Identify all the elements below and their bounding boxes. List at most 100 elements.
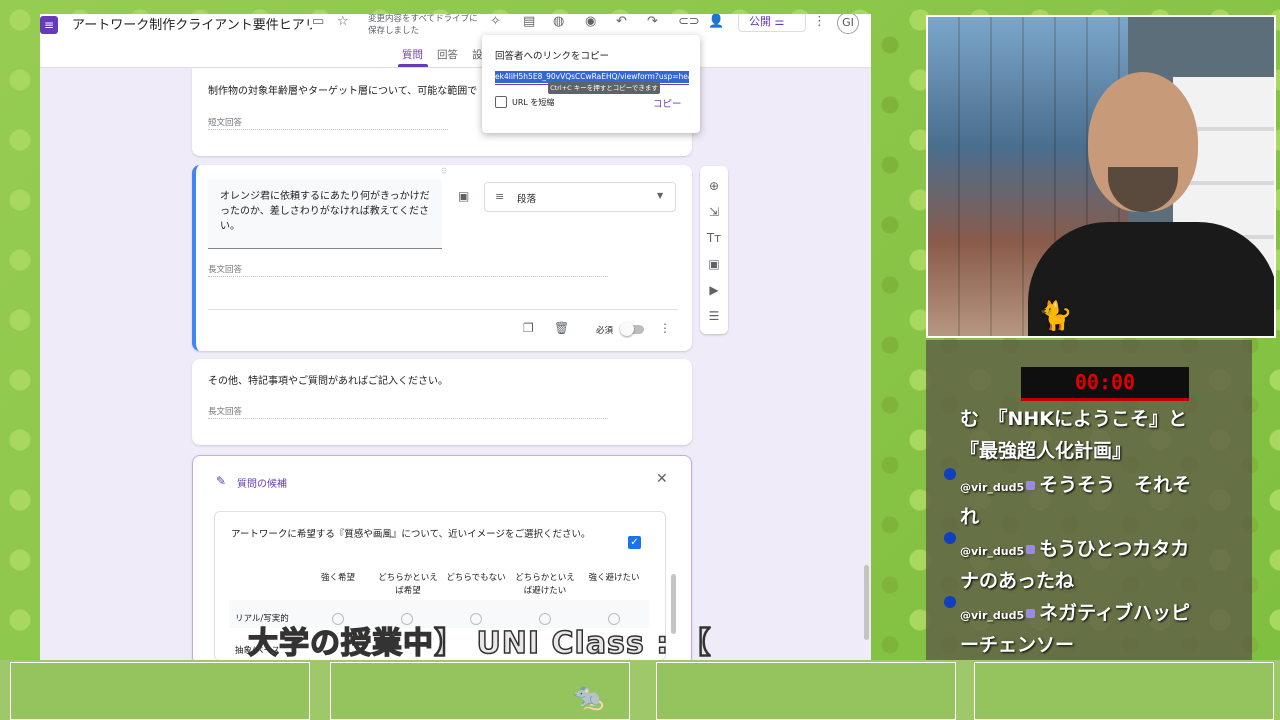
grid-column-header: どちらかといえば避けたい (515, 573, 575, 596)
suggested-question-text: アートワークに希望する『質感や画風』について、近いイメージをご選択ください。 (231, 529, 591, 540)
question-text: オレンジ君に依頼するにあたり何がきっかけだったのか、差しさわりがなければ教えてく… (220, 191, 430, 232)
strip-panel (10, 662, 310, 720)
add-title-icon[interactable]: Tт (700, 231, 728, 245)
short-answer-hint: 短文回答 (208, 118, 243, 128)
copy-shortcut-tooltip: Ctrl+C キーを押すとコピーできます (548, 82, 660, 94)
palette-icon[interactable]: ◍ (553, 14, 564, 29)
folder-icon[interactable]: ▭ (312, 14, 324, 29)
chat-username: @vir_dud5 (960, 481, 1025, 494)
popup-title: 回答者へのリンクをコピー (495, 51, 610, 62)
link-icon[interactable]: ⊂⊃ (678, 14, 700, 29)
paragraph-icon: ≡ (495, 190, 505, 203)
page-scrollbar[interactable] (864, 565, 869, 640)
chat-username: @vir_dud5 (960, 545, 1025, 558)
chat-user-dot (944, 468, 956, 480)
question-text[interactable]: その他、特記事項やご質問があればご記入ください。 (208, 374, 668, 389)
chat-user-dot (944, 532, 956, 544)
close-icon[interactable]: ✕ (656, 471, 668, 487)
add-question-icon[interactable]: ⊕ (700, 179, 728, 193)
question-type-label: 段落 (517, 194, 537, 205)
chat-message: ナのあったね (960, 565, 1230, 597)
magic-wand-icon: ✎ (216, 474, 227, 488)
grid-column-header: どちらかといえば希望 (378, 573, 438, 596)
tab-settings[interactable]: 設 (472, 47, 483, 62)
duplicate-icon[interactable]: ❐ (523, 321, 534, 335)
webcam-feed: 🐈 (926, 15, 1276, 338)
add-video-icon[interactable]: ▶ (700, 283, 728, 297)
question-input[interactable]: オレンジ君に依頼するにあたり何がきっかけだったのか、差しさわりがなければ教えてく… (208, 179, 442, 249)
card-divider (208, 309, 678, 310)
pixel-mouse-icon: 🐀 (572, 682, 605, 712)
redo-icon[interactable]: ↷ (647, 14, 658, 29)
chat-user-dot (944, 596, 956, 608)
pixel-cat-icon: 🐈 (1038, 299, 1073, 332)
undo-icon[interactable]: ↶ (616, 14, 627, 29)
required-toggle[interactable] (620, 322, 644, 336)
add-section-icon[interactable]: ☰ (700, 309, 728, 323)
import-questions-icon[interactable]: ⇲ (700, 205, 728, 219)
chat-message: む 『NHKにようこそ』と (960, 403, 1230, 435)
publish-label: 公開 (749, 15, 771, 28)
question-type-select[interactable]: ≡ 段落 ▼ (484, 182, 676, 212)
answer-line (208, 276, 608, 277)
chat-message: @vir_dud5 ネガティブハッピ (960, 597, 1230, 632)
sliders-icon: ⚌ (774, 15, 785, 28)
tab-questions[interactable]: 質問 (402, 47, 423, 62)
forms-app-icon[interactable]: ≡ (40, 16, 58, 34)
chat-message: @vir_dud5 もうひとつカタカ (960, 533, 1230, 568)
save-status: 変更内容をすべてドライブに保存しました (368, 14, 478, 36)
strip-panel (974, 662, 1274, 720)
grid-column-header: 強く希望 (320, 573, 355, 583)
more-vert-icon[interactable]: ⋮ (659, 321, 671, 335)
drag-handle-icon[interactable]: ⠿ (441, 167, 447, 176)
publish-button[interactable]: 公開 ⚌ (738, 14, 806, 32)
add-image-icon[interactable]: ▣ (700, 257, 728, 271)
question-text[interactable]: 制作物の対象年齢層やターゲット層について、可能な範囲で (208, 84, 488, 99)
document-title[interactable]: アートワーク制作クライアント要件ヒアリン: (72, 14, 312, 33)
chat-text: ーチェンソー (960, 634, 1075, 656)
chat-message: 『最強超人化計画』 (960, 435, 1230, 467)
ticker-text: 大学の授業中】 UNI Class : 【 (247, 625, 712, 662)
chat-text: ネガティブハッピ (1039, 602, 1190, 624)
star-icon[interactable]: ☆ (337, 14, 349, 29)
suggestions-title: 質問の候補 (237, 479, 287, 490)
member-badge-icon (1026, 545, 1036, 554)
chat-text: そうそう それそ (1039, 474, 1192, 496)
strip-panel (656, 662, 956, 720)
more-vert-icon[interactable]: ⋮ (813, 14, 826, 29)
chat-username: @vir_dud5 (960, 609, 1025, 622)
required-label: 必須 (596, 326, 614, 336)
chat-text: れ (960, 506, 980, 528)
answer-line (208, 129, 448, 130)
copy-button[interactable]: コピー (653, 96, 682, 110)
long-answer-hint: 長文回答 (208, 265, 243, 275)
add-collaborator-icon[interactable]: 👤 (708, 14, 724, 29)
member-badge-icon (1026, 481, 1036, 490)
delete-icon[interactable]: 🗑 (554, 321, 569, 335)
long-answer-hint: 長文回答 (208, 407, 243, 417)
chat-text: もうひとつカタカ (1039, 538, 1190, 560)
add-suggestion-checkbox[interactable]: ✓ (628, 536, 641, 549)
shorten-url-checkbox[interactable] (495, 96, 507, 108)
avatar[interactable]: GI (837, 14, 859, 34)
image-icon[interactable]: ▣ (458, 189, 469, 203)
preview-eye-icon[interactable]: ◉ (585, 14, 596, 29)
template-icon[interactable]: ▤ (523, 14, 535, 29)
chat-message: ーチェンソー (960, 629, 1230, 661)
chat-text: む 『NHKにようこそ』と (960, 408, 1188, 430)
addon-icon[interactable]: ✧ (490, 14, 501, 29)
active-tab-indicator (398, 64, 428, 67)
question-card-3[interactable]: その他、特記事項やご質問があればご記入ください。 長文回答 (192, 359, 692, 445)
stream-timer: 00:00 (1021, 367, 1189, 401)
chat-message: @vir_dud5 そうそう それそ (960, 469, 1230, 504)
dropdown-arrow-icon: ▼ (657, 191, 664, 200)
shorten-url-label: URL を短縮 (512, 98, 555, 107)
tab-responses[interactable]: 回答 (437, 47, 458, 62)
chat-message: れ (960, 501, 1230, 533)
chat-text: 『最強超人化計画』 (960, 440, 1132, 462)
floating-toolbar: ⊕ ⇲ Tт ▣ ▶ ☰ (700, 166, 728, 334)
grid-column-header: どちらでもない (446, 573, 506, 583)
grid-column-header: 強く避けたい (588, 573, 640, 583)
answer-line (208, 418, 608, 419)
forms-header: ≡ アートワーク制作クライアント要件ヒアリン: ▭ ☆ 変更内容をすべてドライブ… (40, 14, 871, 68)
